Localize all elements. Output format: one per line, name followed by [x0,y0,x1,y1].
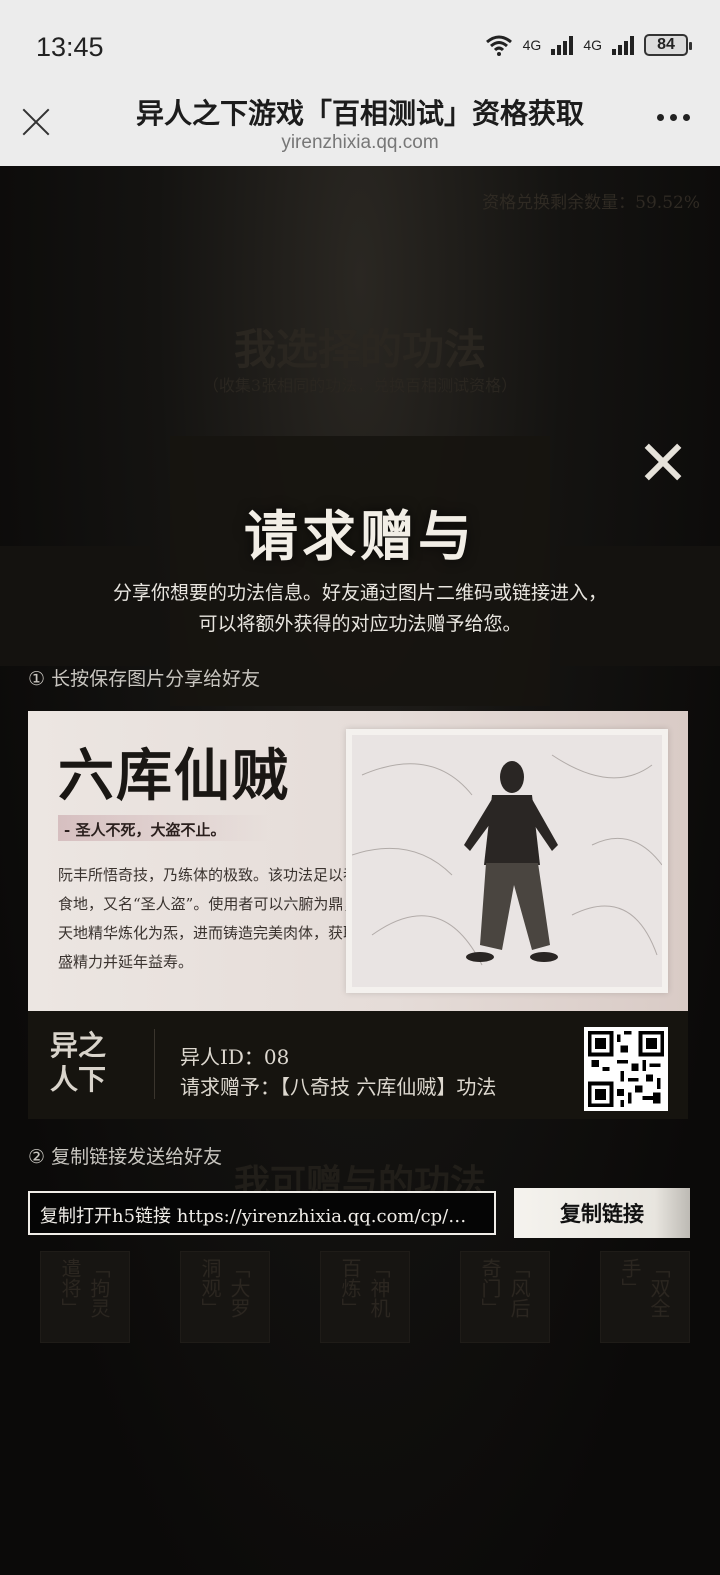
giftable-item: 「风后奇门」 [460,1251,550,1343]
status-icons: 4G 4G 84 [485,34,692,56]
qr-code-icon [584,1027,668,1111]
status-bar: 13:45 4G 4G 84 [0,0,720,92]
share-link-field[interactable]: 复制打开h5链接 https://yirenzhixia.qq.com/cp/… [28,1191,496,1235]
more-options-icon[interactable] [657,114,690,121]
signal-icon [551,35,574,55]
step-save-image: ① 长按保存图片分享给好友 [28,668,261,690]
remain-count: 资格兑换剩余数量：59.52% [482,193,700,213]
game-logo: 异之 人下 [50,1029,134,1101]
section-note: （收集3张相同的功法，兑换百相测试资格） [202,376,518,395]
user-id: 异人ID：08 [180,1045,290,1069]
logo-line-2: 人下 [50,1063,107,1096]
copy-link-button[interactable]: 复制链接 [514,1188,690,1238]
footer-divider [154,1029,155,1099]
character-figure-icon [352,754,662,966]
battery-icon: 84 [644,34,692,56]
logo-line-1: 异之 [50,1029,107,1062]
modal-description: 分享你想要的功法信息。好友通过图片二维码或链接进入， 可以将额外获得的对应功法赠… [60,578,660,640]
skill-description: 阮丰所悟奇技，乃练体的极致。该功法足以吞天食地，又名“圣人盗”。使用者可以六腑为… [58,866,374,971]
modal-close-icon[interactable] [640,444,684,480]
skill-name: 六库仙贼 [58,743,290,809]
step-copy-link: ② 复制链接发送给好友 [28,1146,223,1168]
modal-title: 请求赠与 [244,504,476,568]
giftable-item: 「拘灵遣将」 [40,1251,130,1343]
modal-description-line-2: 可以将额外获得的对应功法赠予给您。 [198,613,522,635]
signal-icon-2 [612,35,634,55]
modal-description-line-1: 分享你想要的功法信息。好友通过图片二维码或链接进入， [112,582,607,604]
giftable-item: 「神机百炼」 [320,1251,410,1343]
skill-motto: - 圣人不死，大盗不止。 [58,815,268,841]
share-card-footer: 异之 人下 异人ID：08 请求赠予：【八奇技 六库仙贼】功法 [28,1011,688,1119]
giftable-item: 「双全手」 [600,1251,690,1343]
section-title: 我选择的功法 [233,325,486,374]
share-card-image[interactable]: 六库仙贼 - 圣人不死，大盗不止。 阮丰所悟奇技，乃练体的极致。该功法足以吞天食… [28,711,688,1011]
giftable-list: 「拘灵遣将」 「大罗洞观」 「神机百炼」 「风后奇门」 「双全手」 [40,1251,690,1343]
giftable-item: 「大罗洞观」 [180,1251,270,1343]
wifi-icon [485,35,512,56]
page-url: yirenzhixia.qq.com [281,132,439,153]
request-text: 请求赠予：【八奇技 六库仙贼】功法 [180,1075,497,1099]
page-title: 异人之下游戏「百相测试」资格获取 [135,97,584,130]
status-time: 13:45 [36,32,104,62]
network-label-2: 4G [583,37,602,53]
network-label-1: 4G [522,37,542,53]
browser-title-bar: 异人之下游戏「百相测试」资格获取 yirenzhixia.qq.com [0,82,720,166]
character-illustration [346,729,668,993]
